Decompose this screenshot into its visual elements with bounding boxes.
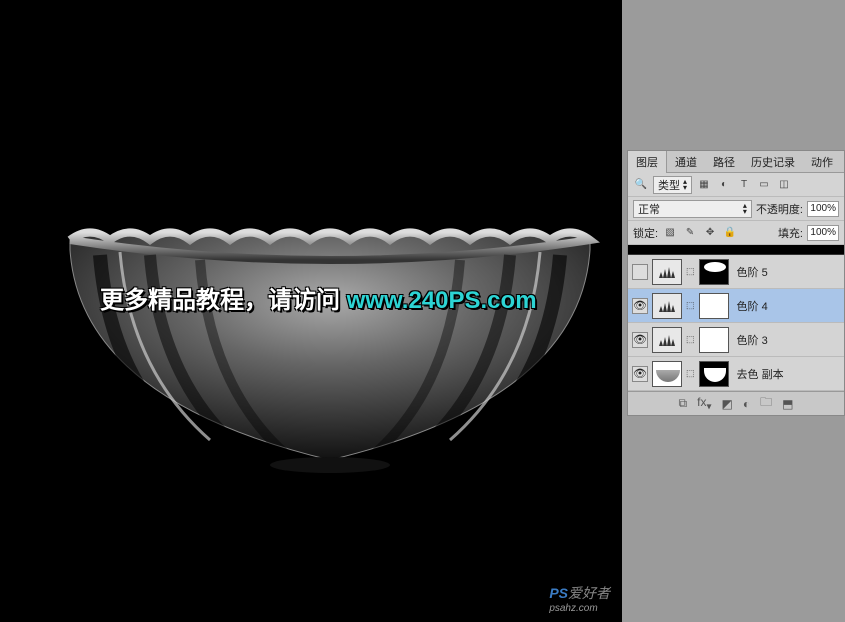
layer-top-strip [628,245,844,255]
tab-paths[interactable]: 路径 [705,151,743,173]
filter-adjustment-icon[interactable]: ◐ [716,177,732,193]
layer-item-desaturate-copy[interactable]: 👁 ⬚ 去色 副本 [628,357,844,391]
blend-mode-value: 正常 [638,201,660,217]
filter-type-label: 类型 [658,177,680,193]
link-icon[interactable]: ⬚ [686,334,695,345]
layer-fx-icon[interactable]: fx▾ [697,395,711,412]
new-adjustment-icon[interactable]: ◐ [743,397,750,411]
mask-thumbnail[interactable] [699,293,729,319]
layer-item-levels-3[interactable]: 👁 ⬚ 色阶 3 [628,323,844,357]
corner-watermark: PS爱好者 psahz.com [549,583,610,614]
overlay-watermark-text: 更多精品教程，请访问 www.240PS.com [100,280,537,315]
layer-name[interactable]: 色阶 3 [737,332,768,348]
layer-thumbnail[interactable] [652,361,682,387]
overlay-text-cn: 更多精品教程，请访问 [100,287,347,314]
layer-item-levels-4[interactable]: 👁 ⬚ 色阶 4 [628,289,844,323]
tab-channels[interactable]: 通道 [667,151,705,173]
lock-fill-row: 锁定: ▧ ✎ ✥ 🔒 填充: 100% [628,221,844,245]
mask-thumbnail[interactable] [699,259,729,285]
filter-type-dropdown[interactable]: 类型 ▴▾ [653,176,692,194]
layers-panel: 图层 通道 路径 历史记录 动作 类型 ▴▾ ▦ ◐ T ▭ ◫ 正常 ▴▾ 不… [627,150,845,416]
filter-smartobject-icon[interactable]: ◫ [776,177,792,193]
filter-search-icon[interactable] [633,177,649,193]
layer-item-levels-5[interactable]: ⬚ 色阶 5 [628,255,844,289]
glass-bowl-image [40,200,600,480]
lock-pixels-icon[interactable]: ✎ [682,225,698,241]
tab-actions[interactable]: 动作 [803,151,841,173]
watermark-ps: PS [549,585,568,601]
watermark-domain: psahz.com [549,603,610,614]
link-icon[interactable]: ⬚ [686,300,695,311]
lock-position-icon[interactable]: ✥ [702,225,718,241]
visibility-toggle[interactable]: 👁 [632,298,648,314]
visibility-toggle[interactable] [632,264,648,280]
new-layer-icon[interactable]: ⬒ [782,397,793,411]
fill-input[interactable]: 100% [807,225,839,241]
dropdown-arrows-icon: ▴▾ [743,203,747,215]
panel-tabs: 图层 通道 路径 历史记录 动作 [628,151,844,173]
adjustment-thumbnail[interactable] [652,327,682,353]
fill-label: 填充: [778,225,803,241]
tab-layers[interactable]: 图层 [628,151,667,173]
opacity-input[interactable]: 100% [807,201,839,217]
link-icon[interactable]: ⬚ [686,368,695,379]
mask-thumbnail[interactable] [699,327,729,353]
blend-mode-dropdown[interactable]: 正常 ▴▾ [633,200,752,218]
lock-transparency-icon[interactable]: ▧ [662,225,678,241]
visibility-toggle[interactable]: 👁 [632,332,648,348]
canvas-area: 更多精品教程，请访问 www.240PS.com [0,0,622,622]
filter-pixel-icon[interactable]: ▦ [696,177,712,193]
link-icon[interactable]: ⬚ [686,266,695,277]
new-group-icon[interactable]: 🗀 [760,393,772,414]
opacity-label: 不透明度: [756,201,803,217]
filter-type-text-icon[interactable]: T [736,177,752,193]
link-layers-icon[interactable]: ⧉ [679,396,688,411]
levels-icon [657,299,677,313]
panel-footer: ⧉ fx▾ ◩ ◐ 🗀 ⬒ [628,391,844,415]
adjustment-thumbnail[interactable] [652,293,682,319]
lock-all-icon[interactable]: 🔒 [722,225,738,241]
blend-opacity-row: 正常 ▴▾ 不透明度: 100% [628,197,844,221]
layer-name[interactable]: 去色 副本 [737,366,784,382]
overlay-text-url: www.240PS.com [347,287,537,314]
lock-label: 锁定: [633,225,658,241]
tab-history[interactable]: 历史记录 [743,151,803,173]
watermark-text: 爱好者 [568,585,610,601]
filter-row: 类型 ▴▾ ▦ ◐ T ▭ ◫ [628,173,844,197]
filter-shape-icon[interactable]: ▭ [756,177,772,193]
layer-list: ⬚ 色阶 5 👁 ⬚ 色阶 4 👁 ⬚ 色阶 3 👁 ⬚ [628,255,844,391]
mask-thumbnail[interactable] [699,361,729,387]
add-mask-icon[interactable]: ◩ [722,397,733,411]
layer-name[interactable]: 色阶 5 [737,264,768,280]
layer-name[interactable]: 色阶 4 [737,298,768,314]
visibility-toggle[interactable]: 👁 [632,366,648,382]
levels-icon [657,265,677,279]
levels-icon [657,333,677,347]
adjustment-thumbnail[interactable] [652,259,682,285]
dropdown-arrows-icon: ▴▾ [683,179,687,191]
